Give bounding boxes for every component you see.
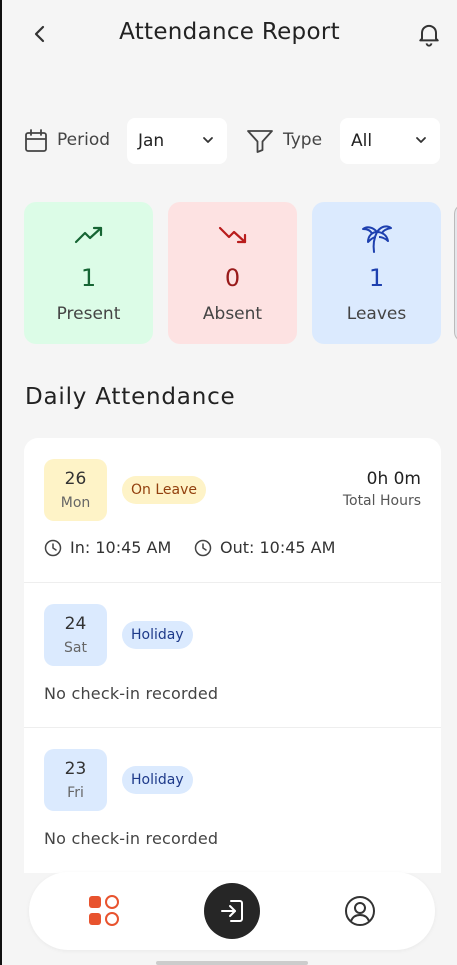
bell-icon (419, 24, 439, 47)
date-box: 23 Fri (44, 749, 107, 811)
trending-up-icon (74, 226, 102, 244)
nav-profile-button[interactable] (343, 894, 377, 928)
check-out-time: Out: 10:45 AM (194, 538, 335, 557)
stat-card-absent[interactable]: 0 Absent (168, 202, 297, 344)
no-checkin-text: No check-in recorded (44, 684, 219, 703)
period-label: Period (57, 130, 111, 150)
check-in-button[interactable] (204, 883, 260, 939)
page-title: Attendance Report (119, 19, 340, 45)
filter-icon (247, 130, 273, 153)
no-checkin-text: No check-in recorded (44, 829, 219, 848)
total-hours: 0h 0m Total Hours (343, 469, 421, 509)
date-box: 26 Mon (44, 459, 107, 521)
record-day: 26 (64, 469, 87, 489)
record-weekday: Sat (64, 640, 87, 656)
attendance-record[interactable]: 26 Mon On Leave 0h 0m Total Hours In: 10… (24, 438, 441, 583)
nav-dashboard-button[interactable] (87, 894, 121, 928)
check-in-time: In: 10:45 AM (44, 538, 171, 557)
leaves-count: 1 (368, 264, 385, 292)
attendance-list: 26 Mon On Leave 0h 0m Total Hours In: 10… (24, 438, 441, 873)
type-label: Type (283, 130, 323, 150)
calendar-icon (25, 129, 47, 152)
attendance-record[interactable]: 24 Sat Holiday No check-in recorded (24, 583, 441, 728)
chevron-down-icon (416, 137, 426, 143)
check-in-icon (221, 900, 243, 922)
record-weekday: Mon (60, 495, 91, 511)
check-out-text: Out: 10:45 AM (220, 538, 336, 557)
check-in-text: In: 10:45 AM (70, 538, 172, 557)
bottom-navigation (29, 872, 435, 950)
chevron-down-icon (203, 137, 213, 143)
section-title: Daily Attendance (25, 384, 236, 410)
absent-label: Absent (202, 304, 263, 324)
status-badge: On Leave (122, 476, 206, 504)
stats-row: 1 Present 0 Absent 1 Leaves (24, 202, 457, 344)
present-label: Present (56, 304, 121, 324)
absent-count: 0 (224, 264, 241, 292)
type-value: All (351, 131, 373, 151)
stat-card-leaves[interactable]: 1 Leaves (312, 202, 441, 344)
app-header: Attendance Report (2, 0, 457, 70)
status-badge: Holiday (122, 621, 193, 649)
date-box: 24 Sat (44, 604, 107, 666)
clock-icon (44, 539, 62, 556)
hours-label: Total Hours (342, 493, 421, 509)
trending-down-icon (218, 226, 246, 244)
attendance-record[interactable]: 23 Fri Holiday No check-in recorded (24, 728, 441, 873)
record-day: 23 (64, 759, 87, 779)
palm-tree-icon (361, 225, 392, 253)
notifications-button[interactable] (415, 20, 443, 48)
hours-value: 0h 0m (366, 469, 421, 489)
clock-icon (194, 539, 212, 556)
type-select[interactable]: All (340, 118, 440, 164)
filter-bar: Period Jan Type All (2, 118, 457, 164)
home-indicator (156, 961, 308, 965)
present-count: 1 (80, 264, 97, 292)
leaves-label: Leaves (346, 304, 407, 324)
record-day: 24 (64, 614, 87, 634)
user-circle-icon (345, 896, 375, 926)
status-badge: Holiday (122, 766, 193, 794)
period-select[interactable]: Jan (127, 118, 227, 164)
dashboard-grid-icon (89, 895, 119, 926)
stat-card-present[interactable]: 1 Present (24, 202, 153, 344)
period-value: Jan (138, 131, 165, 151)
record-weekday: Fri (67, 785, 84, 801)
